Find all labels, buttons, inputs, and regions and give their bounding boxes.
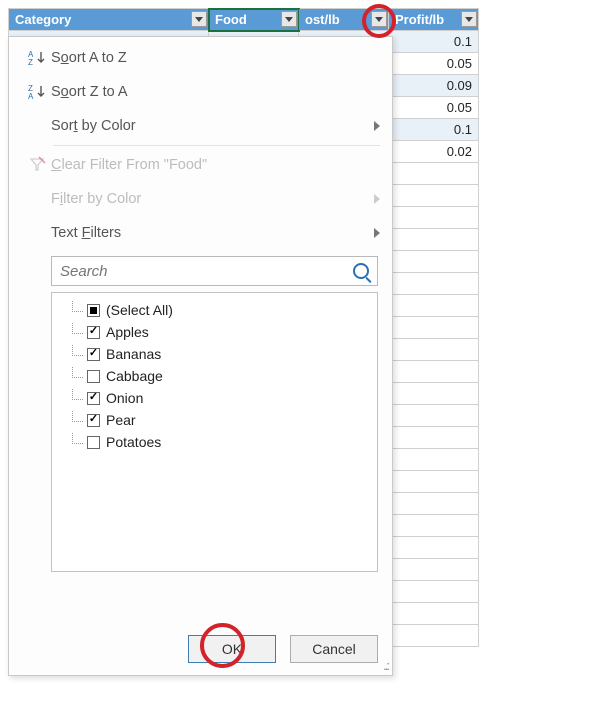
filter-item-label: Pear [106, 412, 136, 428]
cell[interactable] [389, 251, 479, 273]
menu-separator [53, 145, 380, 146]
cell[interactable]: 0.02 [389, 141, 479, 163]
cell[interactable] [389, 229, 479, 251]
filter-item[interactable]: Apples [60, 321, 369, 343]
clear-filter: Clear Filter From "Food" [9, 148, 392, 182]
cell[interactable] [389, 295, 479, 317]
cell[interactable] [389, 537, 479, 559]
filter-item[interactable]: Pear [60, 409, 369, 431]
filter-item-label: Onion [106, 390, 143, 406]
clear-filter-label: Clear Filter From "Food" [51, 157, 380, 173]
search-input[interactable] [58, 262, 353, 281]
resize-grip-icon[interactable]: ..: [383, 658, 388, 673]
dropdown-icon[interactable] [191, 11, 207, 27]
checkbox[interactable] [87, 414, 100, 427]
cancel-button[interactable]: Cancel [290, 635, 378, 663]
filter-item-label: (Select All) [106, 302, 173, 318]
header-profit[interactable]: Profit/lb [389, 9, 479, 31]
header-cost[interactable]: ost/lb [299, 9, 389, 31]
filter-item[interactable]: Potatoes [60, 431, 369, 453]
filter-item[interactable]: Onion [60, 387, 369, 409]
cell[interactable] [389, 493, 479, 515]
filter-dropdown-panel: AZ Soort A to Z ZA Soort Z to A Sort by … [8, 36, 393, 676]
sort-az-icon: AZ [23, 49, 51, 67]
dropdown-icon[interactable] [371, 11, 387, 27]
ok-button[interactable]: OK [188, 635, 276, 663]
cell[interactable] [389, 427, 479, 449]
cell[interactable] [389, 317, 479, 339]
cell[interactable] [389, 581, 479, 603]
search-icon [353, 263, 369, 279]
header-food-label: Food [215, 12, 247, 27]
filter-item-label: Potatoes [106, 434, 161, 450]
checkbox[interactable] [87, 392, 100, 405]
cell[interactable] [389, 339, 479, 361]
filter-item-label: Bananas [106, 346, 161, 362]
text-filters[interactable]: Text Filters [9, 216, 392, 250]
submenu-arrow-icon [374, 194, 380, 204]
sort-by-color-label: Sort by Color [51, 118, 374, 134]
cell[interactable] [389, 471, 479, 493]
sort-descending[interactable]: ZA Soort Z to A [9, 75, 392, 109]
cell[interactable]: 0.05 [389, 97, 479, 119]
submenu-arrow-icon [374, 228, 380, 238]
clear-filter-icon [23, 156, 51, 174]
cell[interactable] [389, 515, 479, 537]
sort-az-label: Soort A to Z [51, 50, 380, 66]
svg-text:A: A [28, 92, 34, 101]
cell[interactable] [389, 625, 479, 647]
cell[interactable] [389, 163, 479, 185]
checkbox[interactable] [87, 348, 100, 361]
header-food[interactable]: Food [209, 9, 299, 31]
cell[interactable]: 0.05 [389, 53, 479, 75]
sort-ascending[interactable]: AZ Soort A to Z [9, 41, 392, 75]
filter-item[interactable]: (Select All) [60, 299, 369, 321]
cell[interactable] [389, 185, 479, 207]
sort-za-label: Soort Z to A [51, 84, 380, 100]
cell[interactable]: 0.09 [389, 75, 479, 97]
cell[interactable]: 0.1 [389, 119, 479, 141]
header-cost-label: ost/lb [305, 12, 340, 27]
dropdown-icon[interactable] [461, 11, 477, 27]
checkbox[interactable] [87, 370, 100, 383]
checkbox[interactable] [87, 304, 100, 317]
cell[interactable] [389, 449, 479, 471]
cell[interactable]: 0.1 [389, 31, 479, 53]
cell[interactable] [389, 559, 479, 581]
sort-by-color[interactable]: Sort by Color [9, 109, 392, 143]
cell[interactable] [389, 405, 479, 427]
filter-item[interactable]: Cabbage [60, 365, 369, 387]
filter-values-tree[interactable]: (Select All) Apples Bananas Cabbage Onion Pea… [51, 292, 378, 572]
dropdown-icon[interactable] [281, 11, 297, 27]
cell[interactable] [389, 603, 479, 625]
cell[interactable] [389, 273, 479, 295]
text-filters-label: Text Filters [51, 225, 374, 241]
header-category-label: Category [15, 12, 71, 27]
header-profit-label: Profit/lb [395, 12, 444, 27]
sort-za-icon: ZA [23, 83, 51, 101]
cell[interactable] [389, 383, 479, 405]
submenu-arrow-icon [374, 121, 380, 131]
cell[interactable] [389, 361, 479, 383]
filter-by-color: Filter by Color [9, 182, 392, 216]
checkbox[interactable] [87, 436, 100, 449]
cell[interactable] [389, 207, 479, 229]
checkbox[interactable] [87, 326, 100, 339]
svg-text:Z: Z [28, 58, 33, 67]
header-category[interactable]: Category [9, 9, 209, 31]
filter-item-label: Cabbage [106, 368, 163, 384]
filter-item-label: Apples [106, 324, 149, 340]
filter-item[interactable]: Bananas [60, 343, 369, 365]
filter-by-color-label: Filter by Color [51, 191, 374, 207]
filter-search-box[interactable] [51, 256, 378, 286]
